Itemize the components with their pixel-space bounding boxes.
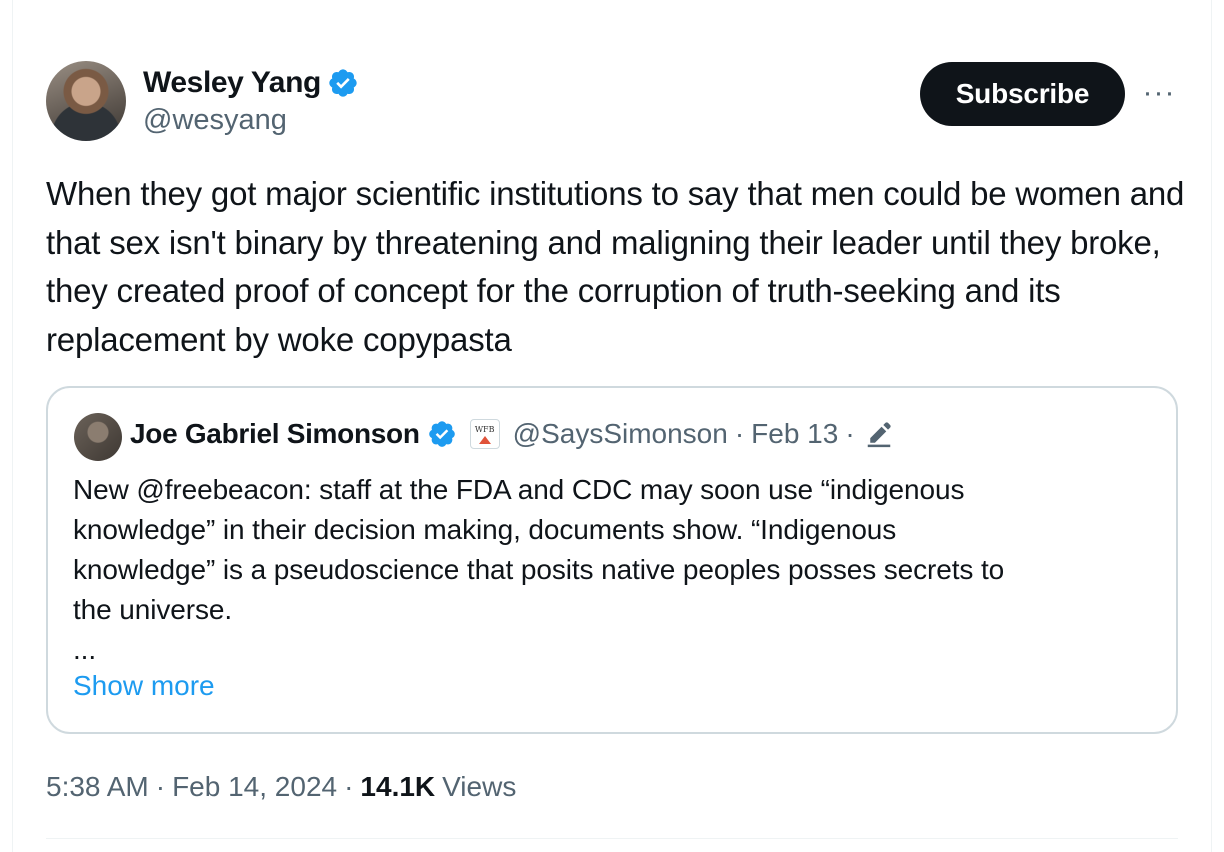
page-border-right [1211,0,1212,852]
tweet-date[interactable]: Feb 14, 2024 [172,771,337,803]
quoted-text-line: the universe. [73,594,233,625]
quoted-tweet-card[interactable]: Joe Gabriel Simonson WFB @SaysSimonson ·… [46,386,1178,734]
verified-badge-icon[interactable] [327,67,359,99]
subscribe-button[interactable]: Subscribe [920,62,1125,126]
author-name-row: Wesley Yang [143,64,359,102]
tweet-text: When they got major scientific instituti… [46,175,1185,358]
edited-pencil-icon[interactable] [864,419,894,449]
author-handle[interactable]: @wesyang [143,104,287,137]
quoted-text-line: knowledge” in their decision making, doc… [73,514,897,545]
show-more-link[interactable]: Show more [73,670,215,702]
quoted-text-ellipsis: ... [73,634,97,665]
quoted-meta-separator: · [734,418,745,449]
meta-separator: · [155,771,166,802]
quoted-author-handle[interactable]: @SaysSimonson [513,418,728,450]
views-count: 14.1K [360,771,436,802]
author-avatar[interactable] [46,61,126,141]
quoted-tweet-date[interactable]: Feb 13 [751,418,838,450]
page-border-left [12,0,13,852]
quoted-author-display-name[interactable]: Joe Gabriel Simonson [130,418,420,450]
quoted-author-avatar[interactable] [74,413,122,461]
affiliate-badge-icon[interactable]: WFB [469,419,500,449]
author-display-name[interactable]: Wesley Yang [143,66,321,100]
quoted-tweet-text: New @freebeacon: staff at the FDA and CD… [73,470,1153,670]
quoted-verified-badge-icon[interactable] [427,419,457,449]
quoted-text-line: New @freebeacon: staff at the FDA and CD… [73,474,965,505]
affiliate-badge-text: WFB [474,424,495,434]
quoted-tweet-header: Joe Gabriel Simonson WFB @SaysSimonson ·… [130,416,894,452]
more-options-icon[interactable]: ··· [1140,76,1178,109]
meta-separator-2: · [344,771,354,802]
views-label: Views [442,771,517,802]
quoted-text-line: knowledge” is a pseudoscience that posit… [73,554,1005,585]
quoted-meta-separator-2: · [845,418,855,449]
affiliate-badge-triangle [478,435,491,444]
bottom-divider [46,838,1178,839]
tweet-meta-row: 5:38 AM · Feb 14, 2024 · 14.1K Views [46,768,516,806]
tweet-time[interactable]: 5:38 AM [46,771,149,803]
